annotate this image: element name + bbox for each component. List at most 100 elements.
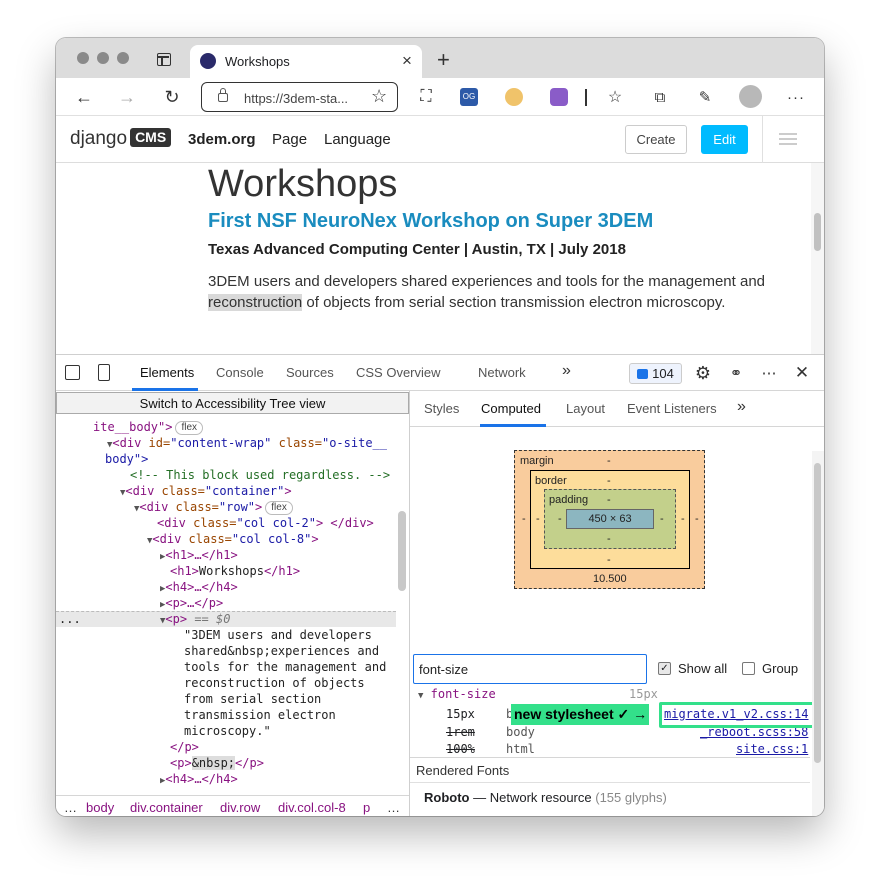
tree-line[interactable]: ▶<h4>…</h4> — [160, 771, 238, 787]
tree-line[interactable]: ▼<div class="col col-8"> — [147, 531, 319, 547]
tree-text: <h4>…</h4> — [165, 580, 238, 594]
tree-line[interactable]: ▶<p>…</p> — [160, 595, 223, 611]
structure-menu-icon[interactable] — [762, 116, 824, 163]
tree-text-node[interactable]: shared&nbsp;experiences and — [184, 643, 379, 659]
back-icon[interactable]: ← — [73, 86, 95, 108]
device-toolbar-icon[interactable] — [98, 364, 110, 381]
more-actions-icon[interactable]: ... — [59, 611, 81, 627]
breadcrumb-item[interactable]: div.container — [130, 800, 203, 815]
more-menu-icon[interactable]: ··· — [785, 86, 807, 108]
issues-count: 104 — [652, 366, 674, 381]
tab-close-icon[interactable]: × — [402, 51, 412, 71]
issues-badge[interactable]: 104 — [629, 363, 682, 384]
favorites-icon[interactable]: ☆ — [604, 86, 626, 108]
computed-filter-input[interactable] — [413, 654, 647, 684]
trace-source-link[interactable]: site.css:1 — [736, 742, 808, 756]
tree-text-node[interactable]: microscopy." — [184, 723, 271, 739]
tree-line[interactable]: ▼<div id="content-wrap" class="o-site__ — [107, 435, 387, 451]
tab-sources[interactable]: Sources — [286, 365, 334, 380]
tree-line[interactable]: ite__body"> flex — [93, 419, 204, 435]
edit-button[interactable]: Edit — [701, 125, 748, 154]
tree-line[interactable]: <p>&nbsp;</p> — [170, 755, 264, 771]
article-meta: Texas Advanced Computing Center | Austin… — [208, 241, 626, 258]
screenshot-icon[interactable]: ⛶ — [415, 86, 437, 108]
page-title: Workshops — [208, 163, 398, 205]
subtab-layout[interactable]: Layout — [566, 401, 605, 416]
tab-title: Workshops — [225, 54, 290, 69]
django-cms-logo[interactable]: django CMS — [70, 128, 172, 150]
breadcrumb-item[interactable]: div.row — [220, 800, 260, 815]
font-entry: Roboto — Network resource (155 glyphs) — [424, 790, 667, 805]
browser-tab[interactable]: Workshops × — [190, 45, 422, 78]
flex-badge[interactable]: flex — [265, 501, 293, 515]
minimize-window-dot[interactable] — [97, 52, 109, 64]
toolbar-divider — [585, 89, 587, 106]
subtab-event-listeners[interactable]: Event Listeners — [627, 401, 717, 416]
forward-icon[interactable]: → — [116, 86, 138, 108]
tree-text-node[interactable]: transmission electron — [184, 707, 336, 723]
subtab-styles[interactable]: Styles — [424, 401, 459, 416]
extension-og-icon[interactable]: OG — [460, 88, 478, 106]
accessibility-tree-button[interactable]: Switch to Accessibility Tree view — [56, 392, 409, 414]
breadcrumb-item[interactable]: … — [64, 800, 77, 815]
group-checkbox[interactable] — [742, 662, 755, 675]
tree-line[interactable]: ▼<p> == $0 — [160, 611, 230, 627]
nav-site[interactable]: 3dem.org — [188, 131, 256, 148]
close-devtools-icon[interactable]: ✕ — [791, 362, 813, 384]
connect-device-icon[interactable]: ⚭ — [725, 362, 747, 384]
nav-language[interactable]: Language — [324, 131, 391, 148]
tree-line[interactable]: body"> — [105, 451, 148, 467]
tab-network[interactable]: Network — [478, 365, 526, 380]
tree-line[interactable]: ▶<h4>…</h4> — [160, 579, 238, 595]
show-all-checkbox[interactable]: ✓ — [658, 662, 671, 675]
tree-val: "container" — [204, 484, 285, 498]
settings-gear-icon[interactable]: ⚙ — [692, 362, 714, 384]
subtab-computed[interactable]: Computed — [481, 401, 541, 416]
computed-scrollbar-thumb[interactable] — [814, 463, 821, 763]
flex-badge[interactable]: flex — [175, 421, 204, 435]
tree-comment[interactable]: <!-- This block used regardless. --> — [130, 467, 390, 483]
tree-text-node[interactable]: "3DEM users and developers — [184, 627, 372, 643]
tree-scrollbar-thumb[interactable] — [398, 511, 406, 591]
tab-elements[interactable]: Elements — [140, 365, 194, 380]
computed-property[interactable]: ▼ font-size — [418, 687, 496, 703]
zoom-window-dot[interactable] — [117, 52, 129, 64]
tree-line[interactable]: </p> — [170, 739, 199, 755]
extension-face-icon[interactable] — [505, 88, 523, 106]
new-tab-icon[interactable]: + — [437, 47, 450, 73]
profile-avatar[interactable] — [739, 85, 762, 108]
font-dash: — — [473, 790, 487, 805]
extensions-icon[interactable]: ✎ — [694, 86, 716, 108]
breadcrumb-item[interactable]: body — [86, 800, 114, 815]
tree-line[interactable]: ▶<h1>…</h1> — [160, 547, 238, 563]
tree-val: body"> — [105, 452, 149, 466]
tree-line[interactable]: ▼<div class="row"> flex — [134, 499, 293, 515]
address-bar[interactable]: https://3dem-sta... ☆ — [201, 82, 398, 112]
extension-cat-icon[interactable] — [550, 88, 568, 106]
tree-line[interactable]: <h1>Workshops</h1> — [170, 563, 300, 579]
tab-css-overview[interactable]: CSS Overview — [356, 365, 441, 380]
more-tabs-icon[interactable]: » — [562, 362, 571, 380]
tree-line[interactable]: ▼<div class="container"> — [120, 483, 292, 499]
customize-menu-icon[interactable]: ⋯ — [758, 362, 780, 384]
close-window-dot[interactable] — [77, 52, 89, 64]
tab-actions-icon[interactable] — [157, 53, 171, 66]
create-button[interactable]: Create — [625, 125, 687, 154]
tab-console[interactable]: Console — [216, 365, 264, 380]
more-subtabs-icon[interactable]: » — [737, 398, 746, 416]
inspect-element-icon[interactable] — [65, 365, 80, 380]
tree-line[interactable]: <div class="col col-2"> </div> — [157, 515, 374, 531]
refresh-icon[interactable]: ↻ — [161, 86, 183, 108]
add-favorite-icon[interactable]: ☆ — [371, 86, 387, 107]
breadcrumb-item[interactable]: … — [387, 800, 400, 815]
page-scrollbar-thumb[interactable] — [814, 213, 821, 251]
tree-text-node[interactable]: tools for the management and — [184, 659, 386, 675]
breadcrumb-item[interactable]: p — [363, 800, 370, 815]
collections-icon[interactable]: ⧉ — [649, 86, 671, 108]
nav-page[interactable]: Page — [272, 131, 307, 148]
breadcrumb-item[interactable]: div.col.col-8 — [278, 800, 346, 815]
tree-text-node[interactable]: from serial section — [184, 691, 321, 707]
box-model-content[interactable]: 450 × 63 — [566, 509, 654, 529]
para-text-after: of objects from serial section transmiss… — [302, 294, 726, 311]
tree-text-node[interactable]: reconstruction of objects — [184, 675, 365, 691]
